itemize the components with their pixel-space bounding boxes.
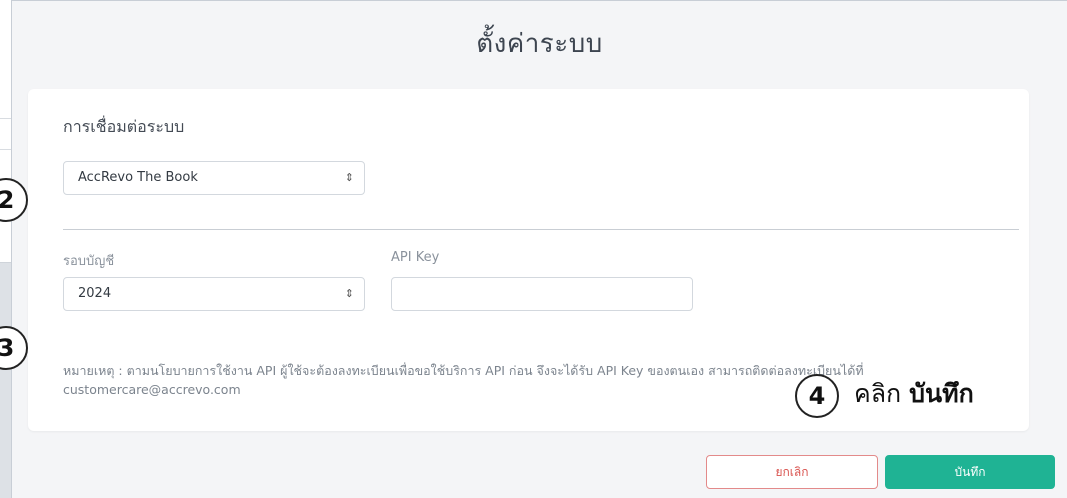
step-4-label: คลิก บันทึก — [854, 374, 974, 414]
modal-header: ตั้งค่าระบบ — [12, 1, 1067, 89]
cancel-button[interactable]: ยกเลิก — [706, 455, 878, 489]
step-4-marker: 4 — [795, 374, 839, 418]
section-title: การเชื่อมต่อระบบ — [63, 117, 185, 136]
period-select[interactable]: 2024 ⇕ — [63, 277, 365, 311]
select-caret-icon: ⇕ — [344, 171, 354, 184]
system-select[interactable]: AccRevo The Book ⇕ — [63, 161, 365, 195]
modal-title: ตั้งค่าระบบ — [476, 29, 603, 59]
step-4-text: คลิก — [854, 379, 902, 408]
period-select-value: 2024 — [78, 286, 112, 301]
api-key-input[interactable] — [391, 277, 693, 311]
select-caret-icon: ⇕ — [344, 287, 354, 300]
settings-modal: ตั้งค่าระบบ การเชื่อมต่อระบบ AccRevo The… — [11, 0, 1067, 498]
period-label: รอบบัญชี — [63, 254, 115, 269]
save-button[interactable]: บันทึก — [885, 455, 1055, 489]
step-4-bold: บันทึก — [909, 379, 974, 408]
system-select-value: AccRevo The Book — [78, 170, 198, 185]
api-key-label: API Key — [391, 250, 440, 265]
divider — [63, 229, 1019, 230]
